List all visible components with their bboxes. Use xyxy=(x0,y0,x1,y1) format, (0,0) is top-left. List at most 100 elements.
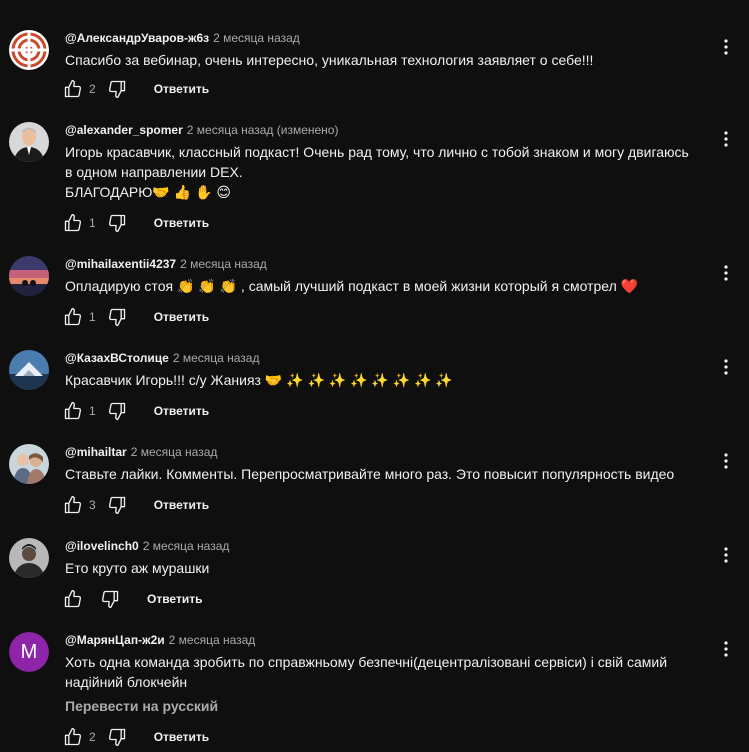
reply-button[interactable]: Ответить xyxy=(154,404,209,418)
more-vert-icon xyxy=(724,641,728,657)
comment-time[interactable]: 2 месяца назад xyxy=(180,257,267,271)
comment: @mihailtar 2 месяца назад Ставьте лайки. … xyxy=(0,444,749,516)
like-count: 1 xyxy=(89,216,96,230)
like-button[interactable] xyxy=(62,494,84,516)
comment-line: Хоть одна команда зробить по справжньому… xyxy=(65,654,668,670)
comment-menu-button[interactable] xyxy=(716,449,736,473)
more-vert-icon xyxy=(724,39,728,55)
reply-button[interactable]: Ответить xyxy=(154,498,209,512)
dislike-button[interactable] xyxy=(106,306,128,328)
translate-button[interactable]: Перевести на русский xyxy=(65,696,218,716)
thumbs-down-icon xyxy=(108,402,125,420)
comment-header: @ilovelinch0 2 месяца назад xyxy=(65,538,229,554)
more-vert-icon xyxy=(724,453,728,469)
comment-text: Хоть одна команда зробить по справжньому… xyxy=(65,652,725,692)
reply-button[interactable]: Ответить xyxy=(154,82,209,96)
comment-time[interactable]: 2 месяца назад xyxy=(169,633,256,647)
more-vert-icon xyxy=(724,265,728,281)
reply-button[interactable]: Ответить xyxy=(154,310,209,324)
comment: @ilovelinch0 2 месяца назад Ето круто аж … xyxy=(0,538,749,610)
comment-actions: 2 Ответить xyxy=(62,77,209,101)
like-count: 1 xyxy=(89,310,96,324)
thumbs-up-icon xyxy=(64,402,82,420)
comment-menu-button[interactable] xyxy=(716,637,736,661)
comment-line: Опладирую стоя 👏 👏 👏 , самый лучший подк… xyxy=(65,278,639,294)
avatar[interactable] xyxy=(9,30,49,70)
comment: @КазахВСтолице 2 месяца назад Красавчик И… xyxy=(0,350,749,422)
thumbs-up-icon xyxy=(64,496,82,514)
comment-time[interactable]: 2 месяца назад xyxy=(131,445,218,459)
comment-actions: Ответить xyxy=(62,587,202,611)
comment-line: Спасибо за вебинар, очень интересно, уни… xyxy=(65,52,594,68)
thumbs-down-icon xyxy=(108,728,125,746)
author-name[interactable]: @mihailaxentii4237 xyxy=(65,257,176,271)
author-name[interactable]: @АлександрУваров-ж6з xyxy=(65,31,209,45)
comment-menu-button[interactable] xyxy=(716,543,736,567)
author-name[interactable]: @КазахВСтолице xyxy=(65,351,169,365)
comment-actions: 2 Ответить xyxy=(62,725,209,749)
comment-time[interactable]: 2 месяца назад xyxy=(143,539,230,553)
comment-line: Ето круто аж мурашки xyxy=(65,560,210,576)
comment-actions: 1 Ответить xyxy=(62,305,209,329)
comment-header: @mihailtar 2 месяца назад xyxy=(65,444,217,460)
dislike-button[interactable] xyxy=(106,400,128,422)
comment-text: Спасибо за вебинар, очень интересно, уни… xyxy=(65,50,725,70)
author-name[interactable]: @МарянЦап-ж2и xyxy=(65,633,165,647)
like-count: 2 xyxy=(89,730,96,744)
thumbs-down-icon xyxy=(108,308,125,326)
comment-time[interactable]: 2 месяца назад xyxy=(213,31,300,45)
like-button[interactable] xyxy=(62,306,84,328)
comment: @АлександрУваров-ж6з 2 месяца назад Спаси… xyxy=(0,30,749,110)
more-vert-icon xyxy=(724,131,728,147)
like-count: 2 xyxy=(89,82,96,96)
avatar[interactable] xyxy=(9,122,49,162)
comment-line: БЛАГОДАРЮ🤝 👍 ✋ 😊 xyxy=(65,184,231,200)
like-button[interactable] xyxy=(62,588,84,610)
dislike-button[interactable] xyxy=(99,588,121,610)
avatar[interactable] xyxy=(9,538,49,578)
comment: @alexander_spomer 2 месяца назад (изменен… xyxy=(0,122,749,234)
thumbs-up-icon xyxy=(64,308,82,326)
dislike-button[interactable] xyxy=(106,494,128,516)
avatar[interactable] xyxy=(9,350,49,390)
dislike-button[interactable] xyxy=(106,726,128,748)
comment-time[interactable]: 2 месяца назад (изменено) xyxy=(187,123,339,137)
comment-header: @mihailaxentii4237 2 месяца назад xyxy=(65,256,267,272)
comment-actions: 3 Ответить xyxy=(62,493,209,517)
avatar[interactable]: M xyxy=(9,632,49,672)
more-vert-icon xyxy=(724,359,728,375)
comment-text: Игорь красавчик, классный подкаст! Очень… xyxy=(65,142,725,202)
comment-line: в одном направлении DEX. xyxy=(65,164,243,180)
avatar-letter: M xyxy=(20,640,38,663)
like-button[interactable] xyxy=(62,726,84,748)
comment-text: Ставьте лайки. Комменты. Перепросматрива… xyxy=(65,464,725,484)
avatar[interactable] xyxy=(9,256,49,296)
comment: @mihailaxentii4237 2 месяца назад Опладир… xyxy=(0,256,749,328)
comment-menu-button[interactable] xyxy=(716,127,736,151)
reply-button[interactable]: Ответить xyxy=(154,216,209,230)
thumbs-down-icon xyxy=(108,496,125,514)
comment-menu-button[interactable] xyxy=(716,35,736,59)
like-button[interactable] xyxy=(62,212,84,234)
avatar[interactable] xyxy=(9,444,49,484)
comment-actions: 1 Ответить xyxy=(62,211,209,235)
reply-button[interactable]: Ответить xyxy=(147,592,202,606)
dislike-button[interactable] xyxy=(106,212,128,234)
author-name[interactable]: @alexander_spomer xyxy=(65,123,183,137)
comment-menu-button[interactable] xyxy=(716,261,736,285)
comment-header: @АлександрУваров-ж6з 2 месяца назад xyxy=(65,30,300,46)
dislike-button[interactable] xyxy=(106,78,128,100)
thumbs-up-icon xyxy=(64,728,82,746)
thumbs-up-icon xyxy=(64,214,82,232)
comment-header: @МарянЦап-ж2и 2 месяца назад xyxy=(65,632,255,648)
comment-time[interactable]: 2 месяца назад xyxy=(173,351,260,365)
like-button[interactable] xyxy=(62,400,84,422)
author-name[interactable]: @mihailtar xyxy=(65,445,127,459)
comment: M @МарянЦап-ж2и 2 месяца назад Хоть одна … xyxy=(0,632,749,750)
comment-line: Игорь красавчик, классный подкаст! Очень… xyxy=(65,144,689,160)
like-button[interactable] xyxy=(62,78,84,100)
author-name[interactable]: @ilovelinch0 xyxy=(65,539,139,553)
reply-button[interactable]: Ответить xyxy=(154,730,209,744)
comment-menu-button[interactable] xyxy=(716,355,736,379)
thumbs-down-icon xyxy=(108,214,125,232)
